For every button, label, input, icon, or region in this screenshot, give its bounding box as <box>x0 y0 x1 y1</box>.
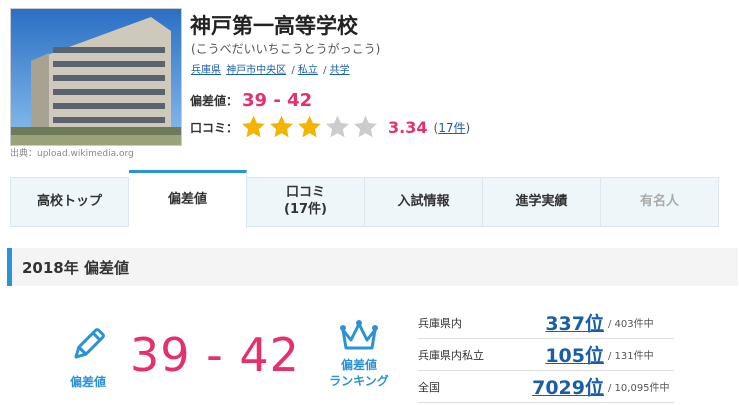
star-filled-icon <box>242 115 265 138</box>
crown-icon <box>340 320 378 350</box>
rank-row-national: 全国 7029位 / 10,095件中 <box>418 371 674 403</box>
rank-value-link[interactable]: 105位 <box>510 341 604 368</box>
tab-reviews[interactable]: 口コミ (17件) <box>247 178 365 226</box>
tag-coed-link[interactable]: 共学 <box>330 65 350 76</box>
deviation-row: 偏差値： 39 - 42 <box>190 90 312 111</box>
tab-famous-people: 有名人 <box>639 193 679 209</box>
star-empty-icon <box>326 115 349 138</box>
rank-total: / 403件中 <box>608 319 654 330</box>
review-row: 口コミ： 3.34 (17件) <box>190 114 470 140</box>
school-kana: (こうべだいいちこうとうがっこう) <box>191 42 381 56</box>
big-deviation-value: 39 - 42 <box>130 328 300 382</box>
review-label: 口コミ： <box>190 120 239 135</box>
rank-area: 兵庫県内私立 <box>418 348 484 362</box>
rank-area: 全国 <box>418 380 440 394</box>
star-empty-icon <box>354 115 377 138</box>
review-count: (17件) <box>433 120 471 135</box>
photo-credit: 出典：upload.wikimedia.org <box>10 149 134 159</box>
ranking-caption: 偏差値 ランキング <box>329 358 389 388</box>
star-filled-icon <box>270 115 293 138</box>
review-score: 3.34 <box>388 117 428 137</box>
tab-results[interactable]: 進学実績 <box>483 178 601 226</box>
tab-deviation[interactable]: 偏差値 <box>129 170 247 228</box>
rank-row-prefecture: 兵庫県内 337位 / 403件中 <box>418 307 674 339</box>
tag-prefecture-link[interactable]: 兵庫県 <box>191 65 221 76</box>
pencil-icon <box>74 328 105 359</box>
deviation-value: 39 - 42 <box>242 90 313 111</box>
review-count-link[interactable]: 17件 <box>438 121 465 135</box>
school-name: 神戸第一高等学校 <box>190 14 358 38</box>
ranking-table: 兵庫県内 337位 / 403件中 兵庫県内私立 105位 / 131件中 全国… <box>418 307 674 403</box>
tab-bar: 高校トップ 偏差値 口コミ (17件) 入試情報 進学実績 有名人 <box>10 170 719 228</box>
deviation-label: 偏差値： <box>190 94 239 108</box>
rank-area: 兵庫県内 <box>418 316 462 330</box>
school-photo <box>10 8 182 146</box>
tag-type-link[interactable]: 私立 <box>298 65 318 76</box>
tag-city-link[interactable]: 神戸市中央区 <box>226 65 286 76</box>
rank-value-link[interactable]: 7029位 <box>510 373 604 400</box>
rank-value-link[interactable]: 337位 <box>510 309 604 336</box>
rank-row-prefecture-private: 兵庫県内私立 105位 / 131件中 <box>418 339 674 371</box>
ranking-block: 偏差値 ランキング <box>318 320 400 389</box>
rank-total: / 131件中 <box>608 351 654 362</box>
pencil-block: 偏差値 <box>58 325 118 390</box>
tab-admission[interactable]: 入試情報 <box>365 178 483 226</box>
school-tags: 兵庫県 神戸市中央区 / 私立 / 共学 <box>191 65 350 76</box>
star-rating <box>240 114 380 140</box>
section-heading: 2018年 偏差値 <box>7 248 738 286</box>
star-filled-icon <box>298 115 321 138</box>
tab-school-top[interactable]: 高校トップ <box>11 178 129 226</box>
pencil-caption: 偏差値 <box>69 375 106 389</box>
rank-total: / 10,095件中 <box>608 383 670 394</box>
